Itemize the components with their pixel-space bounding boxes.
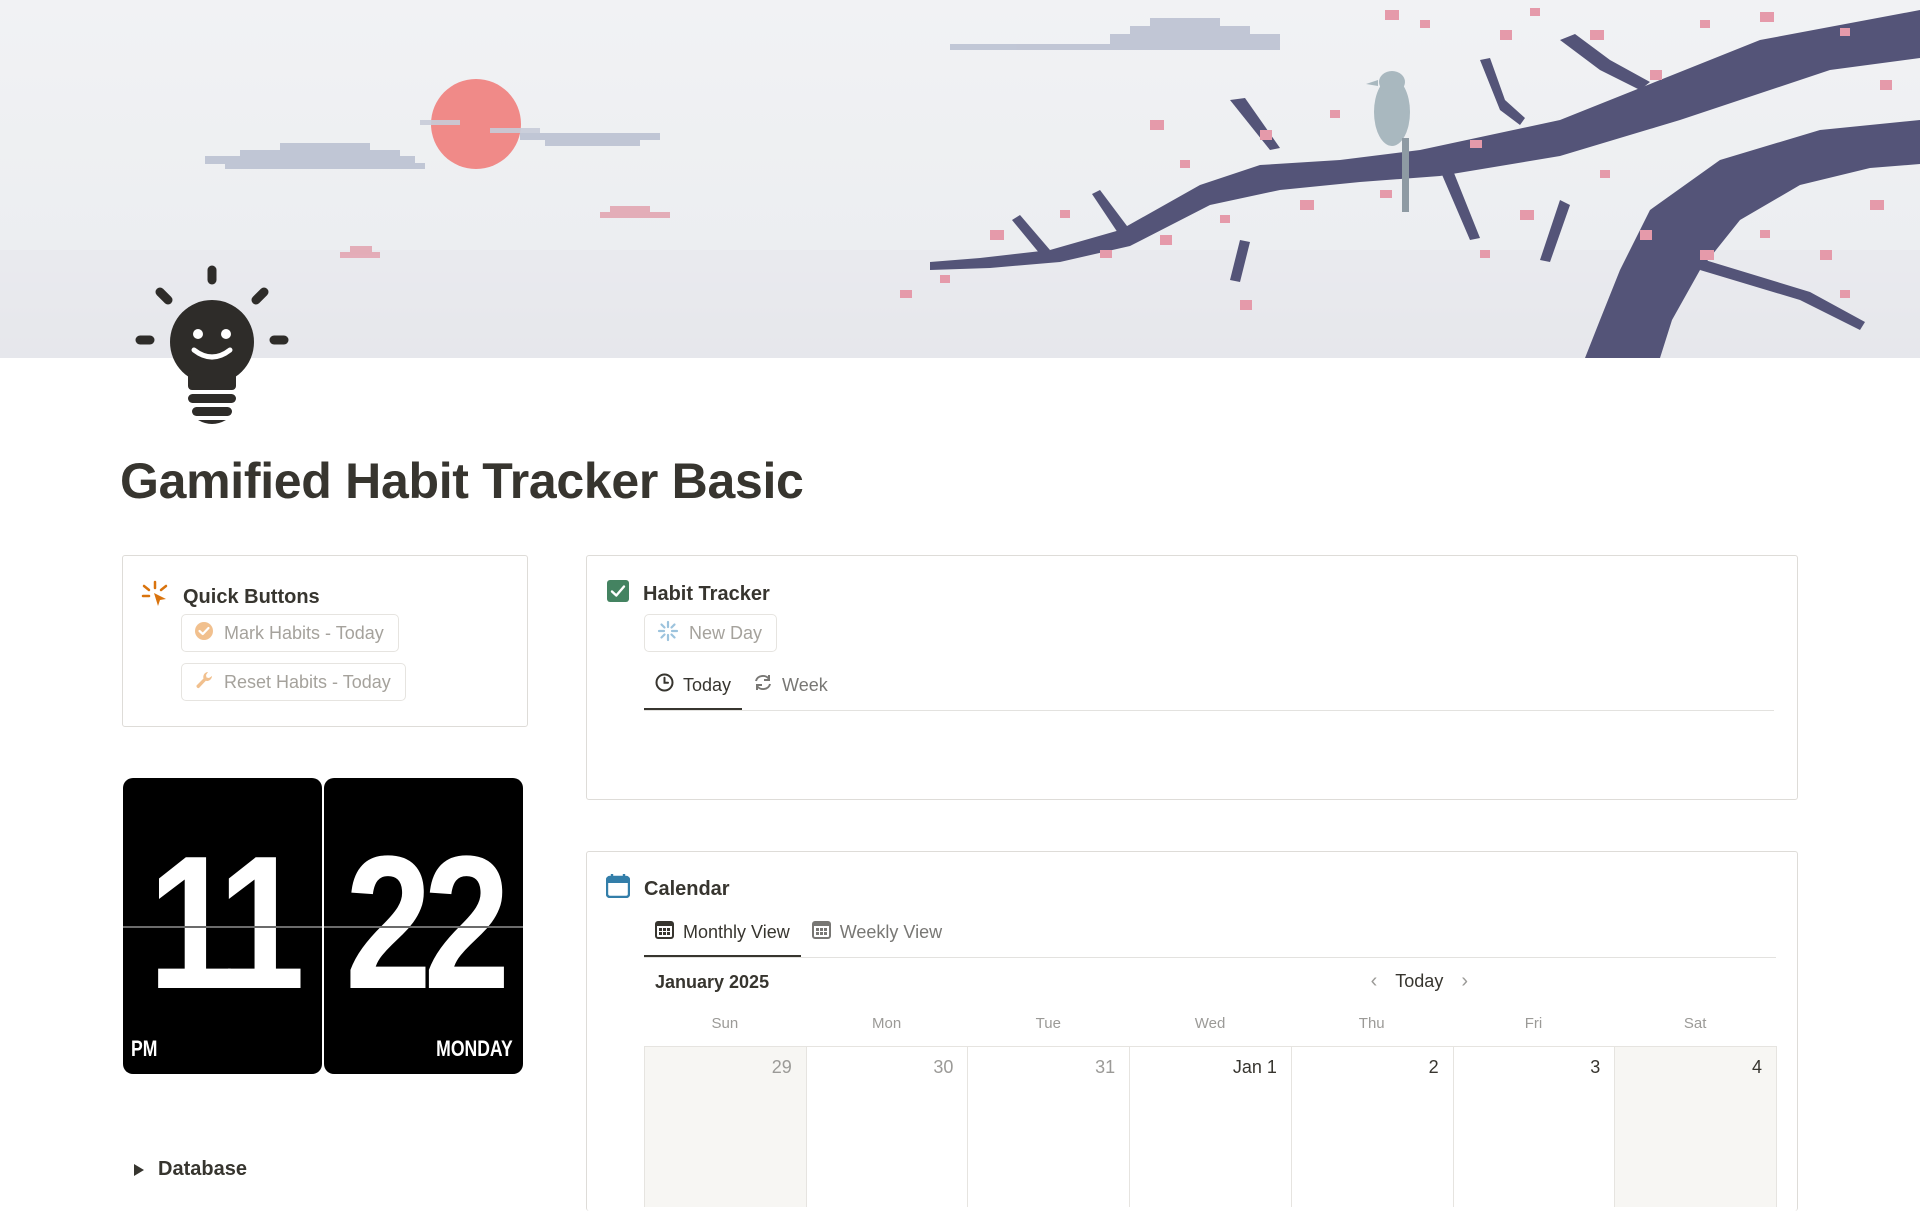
tab-weekly-view-label: Weekly View: [839, 921, 943, 942]
calendar-day-cell[interactable]: 3: [1454, 1047, 1616, 1207]
weekday-label: Fri: [1524, 1015, 1543, 1032]
tab-divider: [644, 957, 1776, 958]
calendar-navigation: ‹ Today ›: [1371, 970, 1468, 993]
habit-tracker-header: Habit Tracker: [607, 580, 770, 608]
calendar-day-cell[interactable]: 4: [1615, 1047, 1778, 1207]
habit-tracker-title: Habit Tracker: [643, 582, 770, 605]
clock-divider: [324, 926, 523, 928]
calendar-day-cell[interactable]: 31: [968, 1047, 1131, 1207]
calendar-day-cell[interactable]: 29: [645, 1047, 807, 1207]
tab-today[interactable]: Today: [644, 660, 743, 711]
calendar-title: Calendar: [644, 877, 730, 900]
sparkle-icon: [657, 620, 679, 647]
habit-tracker-tabs: Today Week: [644, 660, 839, 711]
calendar-day-number: 29: [771, 1057, 792, 1077]
weekday-label: Thu: [1358, 1015, 1385, 1032]
clock-hour: 11: [148, 817, 305, 1029]
tab-today-label: Today: [683, 674, 732, 695]
refresh-icon: [753, 673, 773, 697]
tab-monthly-view-label: Monthly View: [683, 921, 790, 942]
mark-habits-today-label: Mark Habits - Today: [224, 622, 384, 643]
reset-habits-today-label: Reset Habits - Today: [224, 671, 391, 692]
database-toggle[interactable]: Database: [134, 1158, 247, 1181]
new-day-label: New Day: [689, 622, 763, 643]
wrench-icon: [194, 670, 214, 695]
calendar-grid-icon: [655, 920, 674, 944]
quick-buttons-header: Quick Buttons: [141, 580, 320, 614]
calendar-tabs: Monthly View Weekly View: [644, 907, 953, 958]
calendar-grid: 29 30 31 Jan 1 2 3 4: [644, 1046, 1778, 1207]
tab-weekly-view[interactable]: Weekly View: [801, 907, 953, 957]
tab-week[interactable]: Week: [742, 660, 839, 710]
database-toggle-label: Database: [158, 1158, 247, 1180]
weekday-label: Tue: [1035, 1015, 1061, 1032]
weekday-label: Wed: [1194, 1015, 1226, 1032]
toggle-triangle-icon: [134, 1163, 144, 1176]
calendar-day-cell[interactable]: Jan 1: [1130, 1047, 1292, 1207]
calendar-header: Calendar: [605, 874, 730, 904]
calendar-month-label: January 2025: [655, 972, 770, 992]
calendar-day-cell[interactable]: 30: [807, 1047, 969, 1207]
chevron-left-icon[interactable]: ‹: [1371, 970, 1378, 993]
clock-period: PM: [131, 1036, 158, 1061]
check-circle-icon: [194, 621, 214, 646]
clock-weekday: MONDAY: [436, 1036, 513, 1061]
quick-buttons-title: Quick Buttons: [183, 585, 320, 608]
tab-divider: [644, 710, 1774, 711]
calendar-day-number: 4: [1752, 1057, 1763, 1077]
weekday-label: Sun: [711, 1015, 739, 1032]
tab-monthly-view[interactable]: Monthly View: [644, 907, 801, 958]
quick-buttons-card: Quick Buttons Mark Habits - Today Reset …: [122, 555, 528, 727]
reset-habits-today-button[interactable]: Reset Habits - Today: [181, 663, 406, 701]
new-day-button[interactable]: New Day: [644, 614, 778, 652]
calendar-day-number: 31: [1095, 1057, 1116, 1077]
clock-hour-panel: 11 PM: [123, 778, 322, 1074]
clock-divider: [123, 926, 322, 928]
weekday-label: Sat: [1683, 1015, 1707, 1032]
clock-icon: [655, 673, 674, 697]
calendar-grid-icon: [811, 920, 831, 944]
calendar-day-number: 3: [1590, 1057, 1601, 1077]
calendar-day-number: Jan 1: [1232, 1057, 1277, 1077]
mark-habits-today-button[interactable]: Mark Habits - Today: [181, 614, 399, 652]
calendar-day-number: 30: [933, 1057, 954, 1077]
weekday-header-row: Sun Mon Tue Wed Thu Fri Sat: [644, 1015, 1776, 1032]
sparkle-cursor-icon: [141, 580, 169, 614]
calendar-day-cell[interactable]: 2: [1292, 1047, 1454, 1207]
clock-minute: 22: [345, 817, 510, 1029]
calendar-icon: [605, 874, 631, 904]
weekday-label: Mon: [871, 1015, 902, 1032]
clock-minute-panel: 22 MONDAY: [324, 778, 523, 1074]
calendar-today-button[interactable]: Today: [1395, 971, 1443, 992]
lightbulb-icon: [132, 262, 292, 432]
chevron-right-icon[interactable]: ›: [1461, 970, 1468, 993]
checkbox-checked-icon: [607, 580, 629, 608]
calendar-day-number: 2: [1428, 1057, 1439, 1077]
habit-tracker-card: Habit Tracker New Day Today Week: [586, 555, 1798, 800]
tab-week-label: Week: [782, 674, 828, 695]
page-title: Gamified Habit Tracker Basic: [120, 453, 804, 509]
